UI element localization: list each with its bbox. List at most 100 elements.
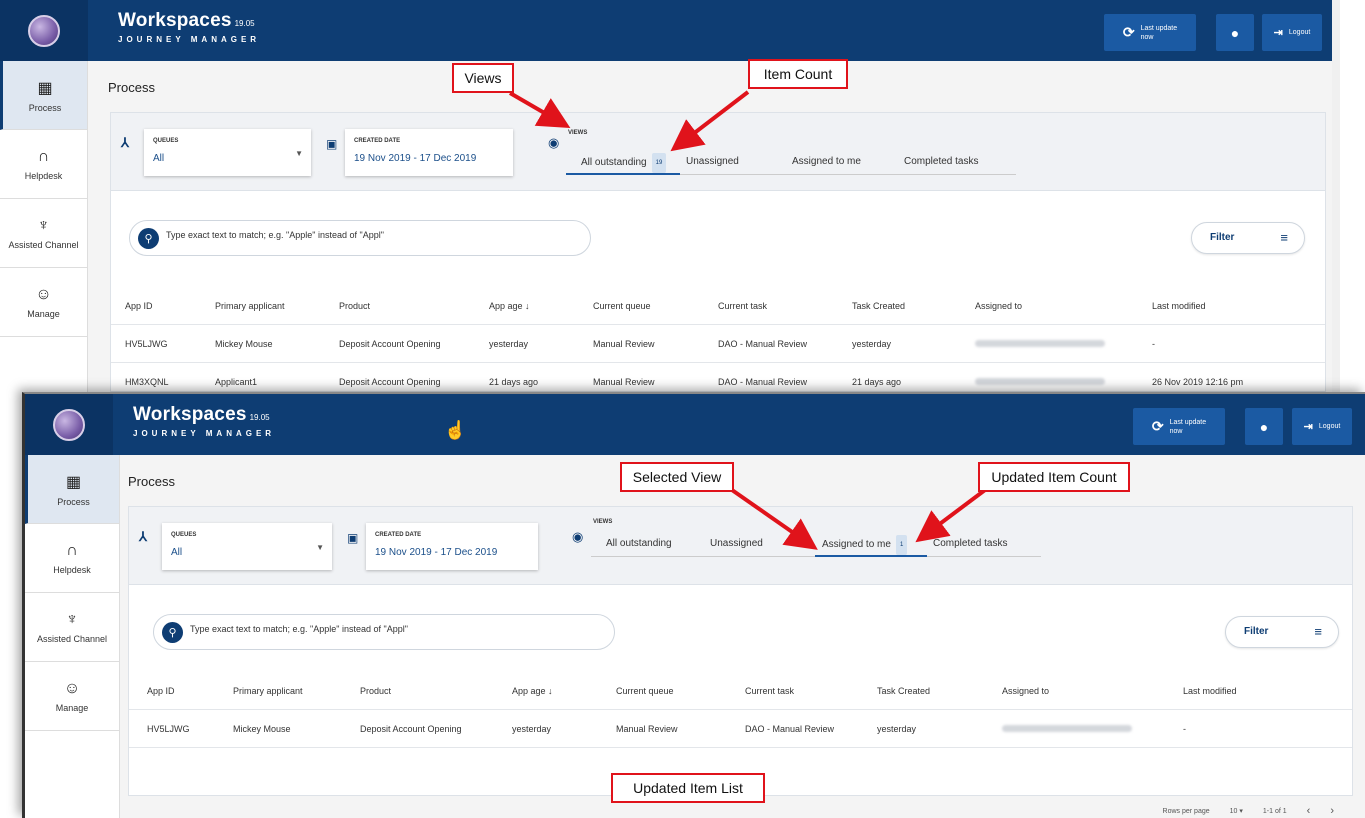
refresh-button[interactable]: ⟳ Last update now <box>1133 408 1225 445</box>
created-date-field[interactable]: CREATED DATE 19 Nov 2019 - 17 Dec 2019 <box>366 523 538 570</box>
prev-page-icon[interactable]: ‹ <box>1307 805 1311 817</box>
app-version: 19.05 <box>249 413 270 422</box>
col-task-created[interactable]: Task Created <box>877 686 930 696</box>
tab-assigned-to-me[interactable]: Assigned to me 1 <box>815 535 927 557</box>
person-icon: ♆ <box>37 216 50 234</box>
tab-unassigned[interactable]: Unassigned <box>707 535 815 557</box>
search-icon: ⚲ <box>162 622 183 643</box>
tab-label: Unassigned <box>710 538 763 549</box>
sidebar-item-process[interactable]: ▦ Process <box>25 455 119 524</box>
col-app-id[interactable]: App ID <box>147 686 175 696</box>
cell-product: Deposit Account Opening <box>339 377 441 387</box>
sidebar-item-manage[interactable]: ☺ Manage <box>25 662 119 731</box>
queues-select[interactable]: QUEUES All ▼ <box>162 523 332 570</box>
filter-label: Filter <box>1210 232 1235 243</box>
table-row[interactable]: HM3XQNL Applicant1 Deposit Account Openi… <box>111 363 1325 392</box>
app-title: Workspaces <box>118 10 232 31</box>
redacted-email <box>975 340 1105 347</box>
sidebar-item-label: Process <box>57 496 90 507</box>
col-product[interactable]: Product <box>360 686 391 696</box>
search-box[interactable]: ⚲ <box>153 614 615 650</box>
col-task-created[interactable]: Task Created <box>852 301 905 311</box>
col-app-age[interactable]: App age ↓ <box>489 301 530 311</box>
tab-completed-tasks[interactable]: Completed tasks <box>904 153 1016 175</box>
sidebar-item-assisted-channel[interactable]: ♆ Assisted Channel <box>0 199 87 268</box>
page-title: Process <box>128 474 175 489</box>
created-date-field[interactable]: CREATED DATE 19 Nov 2019 - 17 Dec 2019 <box>345 129 513 176</box>
refresh-icon: ⟳ <box>1151 418 1164 434</box>
table-header-row: App ID Primary applicant Product App age… <box>111 287 1325 325</box>
logout-icon: ⇥ <box>1273 27 1283 39</box>
logout-button[interactable]: ⇥ Logout <box>1262 14 1322 51</box>
app-version: 19.05 <box>234 19 255 28</box>
cell-task-created: yesterday <box>877 724 917 734</box>
cell-queue: Manual Review <box>616 724 678 734</box>
queues-select[interactable]: QUEUES All ▼ <box>144 129 311 176</box>
table-row[interactable]: HV5LJWG Mickey Mouse Deposit Account Ope… <box>111 325 1325 363</box>
sidebar-item-assisted-channel[interactable]: ♆ Assisted Channel <box>25 593 119 662</box>
app-subtitle: JOURNEY MANAGER <box>118 35 261 44</box>
tab-all-outstanding[interactable]: All outstanding 19 <box>566 153 680 175</box>
app-logo[interactable] <box>25 394 113 455</box>
cell-app-age: 21 days ago <box>489 377 539 387</box>
scrollbar[interactable] <box>1332 0 1340 392</box>
rows-per-page-select[interactable]: 10 ▾ <box>1230 807 1243 815</box>
tab-unassigned[interactable]: Unassigned <box>680 153 792 175</box>
page-range: 1-1 of 1 <box>1262 807 1287 815</box>
col-primary-applicant[interactable]: Primary applicant <box>233 686 303 696</box>
col-current-queue[interactable]: Current queue <box>593 301 651 311</box>
account-button[interactable]: ● <box>1245 408 1283 445</box>
col-current-queue[interactable]: Current queue <box>616 686 674 696</box>
app-logo[interactable] <box>0 0 88 61</box>
created-date-label: CREATED DATE <box>354 138 401 144</box>
cell-assigned-to-redacted <box>975 377 1105 387</box>
sidebar-item-manage[interactable]: ☺ Manage <box>0 268 87 337</box>
search-box[interactable]: ⚲ <box>129 220 591 256</box>
col-current-task[interactable]: Current task <box>718 301 767 311</box>
search-input[interactable] <box>166 230 576 240</box>
col-assigned-to[interactable]: Assigned to <box>1002 686 1049 696</box>
col-product[interactable]: Product <box>339 301 370 311</box>
filter-panel: ⅄ QUEUES All ▼ ▣ CREATED DATE 19 Nov 201… <box>128 506 1353 585</box>
col-last-modified[interactable]: Last modified <box>1152 301 1206 311</box>
filter-button[interactable]: Filter ≡ <box>1191 222 1305 254</box>
cell-app-id[interactable]: HV5LJWG <box>125 339 168 349</box>
table-panel: ⚲ Filter ≡ App ID Primary applicant Prod… <box>110 191 1326 392</box>
tab-label: Assigned to me <box>792 156 861 167</box>
col-app-age[interactable]: App age ↓ <box>512 686 553 696</box>
cell-app-id[interactable]: HV5LJWG <box>147 724 190 734</box>
table-row[interactable]: HV5LJWG Mickey Mouse Deposit Account Ope… <box>129 710 1352 748</box>
logout-label: Logout <box>1288 29 1311 36</box>
sidebar-item-label: Process <box>28 102 62 113</box>
queues-value: All <box>171 547 183 558</box>
queues-label: QUEUES <box>153 138 179 144</box>
cell-app-age: yesterday <box>512 724 552 734</box>
cell-last-modified: - <box>1152 339 1155 349</box>
cell-app-id[interactable]: HM3XQNL <box>125 377 169 387</box>
col-primary-applicant[interactable]: Primary applicant <box>215 301 285 311</box>
sidebar: ▦ Process ∩ Helpdesk ♆ Assisted Channel ☺ Ma… <box>0 61 88 392</box>
next-page-icon[interactable]: › <box>1330 805 1334 817</box>
headset-icon: ∩ <box>66 541 78 559</box>
views-tabs: All outstanding Unassigned Assigned to m… <box>591 535 1041 557</box>
sidebar-item-helpdesk[interactable]: ∩ Helpdesk <box>0 130 87 199</box>
sidebar-item-process[interactable]: ▦ Process <box>0 61 87 130</box>
sidebar-item-helpdesk[interactable]: ∩ Helpdesk <box>25 524 119 593</box>
tab-label: All outstanding <box>581 157 647 168</box>
applications-table: App ID Primary applicant Product App age… <box>111 287 1325 392</box>
account-button[interactable]: ● <box>1216 14 1254 51</box>
tab-completed-tasks[interactable]: Completed tasks <box>927 535 1039 557</box>
palette-icon: ☺ <box>63 679 81 697</box>
col-assigned-to[interactable]: Assigned to <box>975 301 1022 311</box>
callout-views: Views <box>452 63 514 93</box>
tab-assigned-to-me[interactable]: Assigned to me <box>792 153 904 175</box>
search-input[interactable] <box>190 624 600 634</box>
globe-logo-icon <box>28 14 60 47</box>
logout-button[interactable]: ⇥ Logout <box>1292 408 1352 445</box>
refresh-button[interactable]: ⟳ Last update now <box>1104 14 1196 51</box>
col-app-id[interactable]: App ID <box>125 301 153 311</box>
col-current-task[interactable]: Current task <box>745 686 794 696</box>
col-last-modified[interactable]: Last modified <box>1183 686 1237 696</box>
filter-button[interactable]: Filter ≡ <box>1225 616 1339 648</box>
tab-all-outstanding[interactable]: All outstanding <box>591 535 707 557</box>
